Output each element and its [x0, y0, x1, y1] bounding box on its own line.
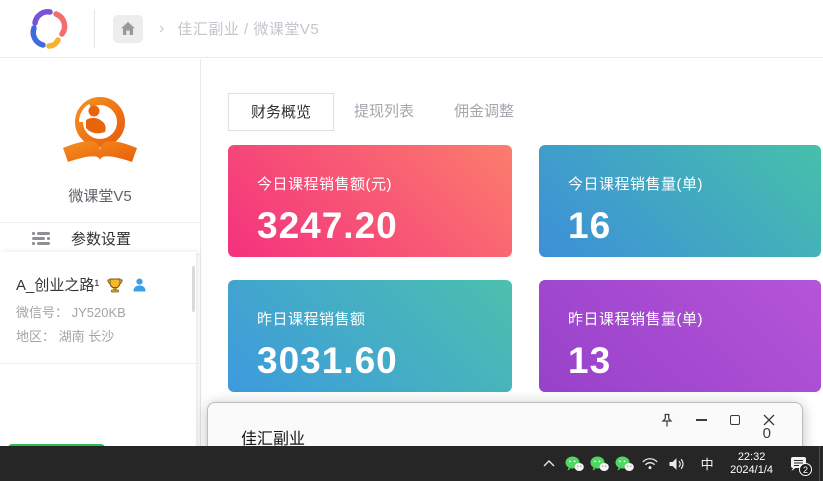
- stat-card-label: 今日课程销售额(元): [257, 173, 512, 194]
- person-icon[interactable]: [133, 278, 146, 292]
- stat-card-yesterday-volume: 昨日课程销售量(单) 13: [539, 280, 821, 392]
- speaker-icon: [668, 457, 685, 471]
- user-wechat-id: 微信号： JY520KB: [16, 302, 196, 321]
- tray-network[interactable]: [637, 446, 663, 481]
- app-header: › 佳汇副业 / 微课堂V5: [0, 0, 823, 58]
- stat-card-value: 3031.60: [257, 340, 512, 382]
- windows-taskbar: 中 22:32 2024/1/4 2: [0, 446, 823, 481]
- show-desktop-button[interactable]: [819, 446, 823, 481]
- tab-finance-overview[interactable]: 财务概览: [228, 93, 334, 131]
- stat-card-yesterday-sales: 昨日课程销售额 3031.60: [228, 280, 512, 392]
- trophy-icon: [107, 277, 123, 293]
- sidebar-item-label: 参数设置: [71, 228, 131, 249]
- tab-bar: 财务概览 提现列表 佣金调整: [228, 93, 534, 131]
- maximize-icon: [730, 415, 740, 425]
- tab-withdrawal-list[interactable]: 提现列表: [334, 93, 434, 131]
- stat-card-label: 昨日课程销售量(单): [568, 308, 821, 329]
- stat-cards: 今日课程销售额(元) 3247.20 今日课程销售量(单) 16 昨日课程销售额…: [228, 145, 820, 392]
- minimize-button[interactable]: [684, 408, 718, 432]
- clock-time: 22:32: [730, 451, 773, 464]
- header-divider: [94, 10, 95, 48]
- notification-badge: 2: [799, 463, 812, 476]
- clock-date: 2024/1/4: [730, 464, 773, 477]
- user-region: 地区： 湖南 长沙: [16, 326, 196, 345]
- minimize-icon: [696, 419, 707, 421]
- divider: [0, 363, 196, 364]
- stat-card-label: 今日课程销售量(单): [568, 173, 821, 194]
- maximize-button[interactable]: [718, 408, 752, 432]
- wifi-icon: [642, 457, 658, 470]
- tray-wechat-1[interactable]: [562, 446, 587, 481]
- tray-expand-button[interactable]: [536, 446, 562, 481]
- notification-center-button[interactable]: 2: [783, 446, 813, 481]
- settings-list-icon: [32, 231, 54, 246]
- desktop-screen: › 佳汇副业 / 微课堂V5 微课堂V5 参数设置: [0, 0, 823, 481]
- sidebar-app-name: 微课堂V5: [0, 185, 200, 206]
- sidebar: 微课堂V5 参数设置 A_创业之路¹: [0, 59, 201, 481]
- stat-card-value: 13: [568, 340, 821, 382]
- stat-card-value: 16: [568, 205, 821, 247]
- wechat-icon: [590, 456, 609, 472]
- brand-swirl-logo: [22, 7, 74, 51]
- home-button[interactable]: [113, 15, 143, 43]
- tray-wechat-3[interactable]: [612, 446, 637, 481]
- chevron-up-icon: [543, 460, 555, 467]
- stat-card-value: 3247.20: [257, 205, 512, 247]
- stat-card-today-volume: 今日课程销售量(单) 16: [539, 145, 821, 257]
- tray-wechat-2[interactable]: [587, 446, 612, 481]
- scrollbar-thumb[interactable]: [192, 266, 195, 312]
- breadcrumb[interactable]: 佳汇副业 / 微课堂V5: [177, 18, 319, 39]
- pin-icon: [660, 413, 674, 428]
- pin-button[interactable]: [650, 408, 684, 432]
- wechat-icon: [615, 456, 634, 472]
- stat-card-label: 昨日课程销售额: [257, 308, 512, 329]
- ime-indicator[interactable]: 中: [694, 446, 720, 481]
- user-name: A_创业之路¹: [16, 274, 99, 295]
- window-overflow-text: 0: [763, 425, 771, 442]
- breadcrumb-chevron: ›: [159, 20, 164, 38]
- app-logo: [57, 95, 143, 169]
- stat-card-today-sales: 今日课程销售额(元) 3247.20: [228, 145, 512, 257]
- sidebar-item-settings[interactable]: 参数设置: [0, 222, 200, 255]
- taskbar-clock[interactable]: 22:32 2024/1/4: [730, 451, 773, 477]
- tab-commission-adjust[interactable]: 佣金调整: [434, 93, 534, 131]
- home-icon: [120, 21, 136, 36]
- system-tray: 中 22:32 2024/1/4 2: [536, 446, 823, 481]
- tray-volume[interactable]: [663, 446, 690, 481]
- wechat-icon: [565, 456, 584, 472]
